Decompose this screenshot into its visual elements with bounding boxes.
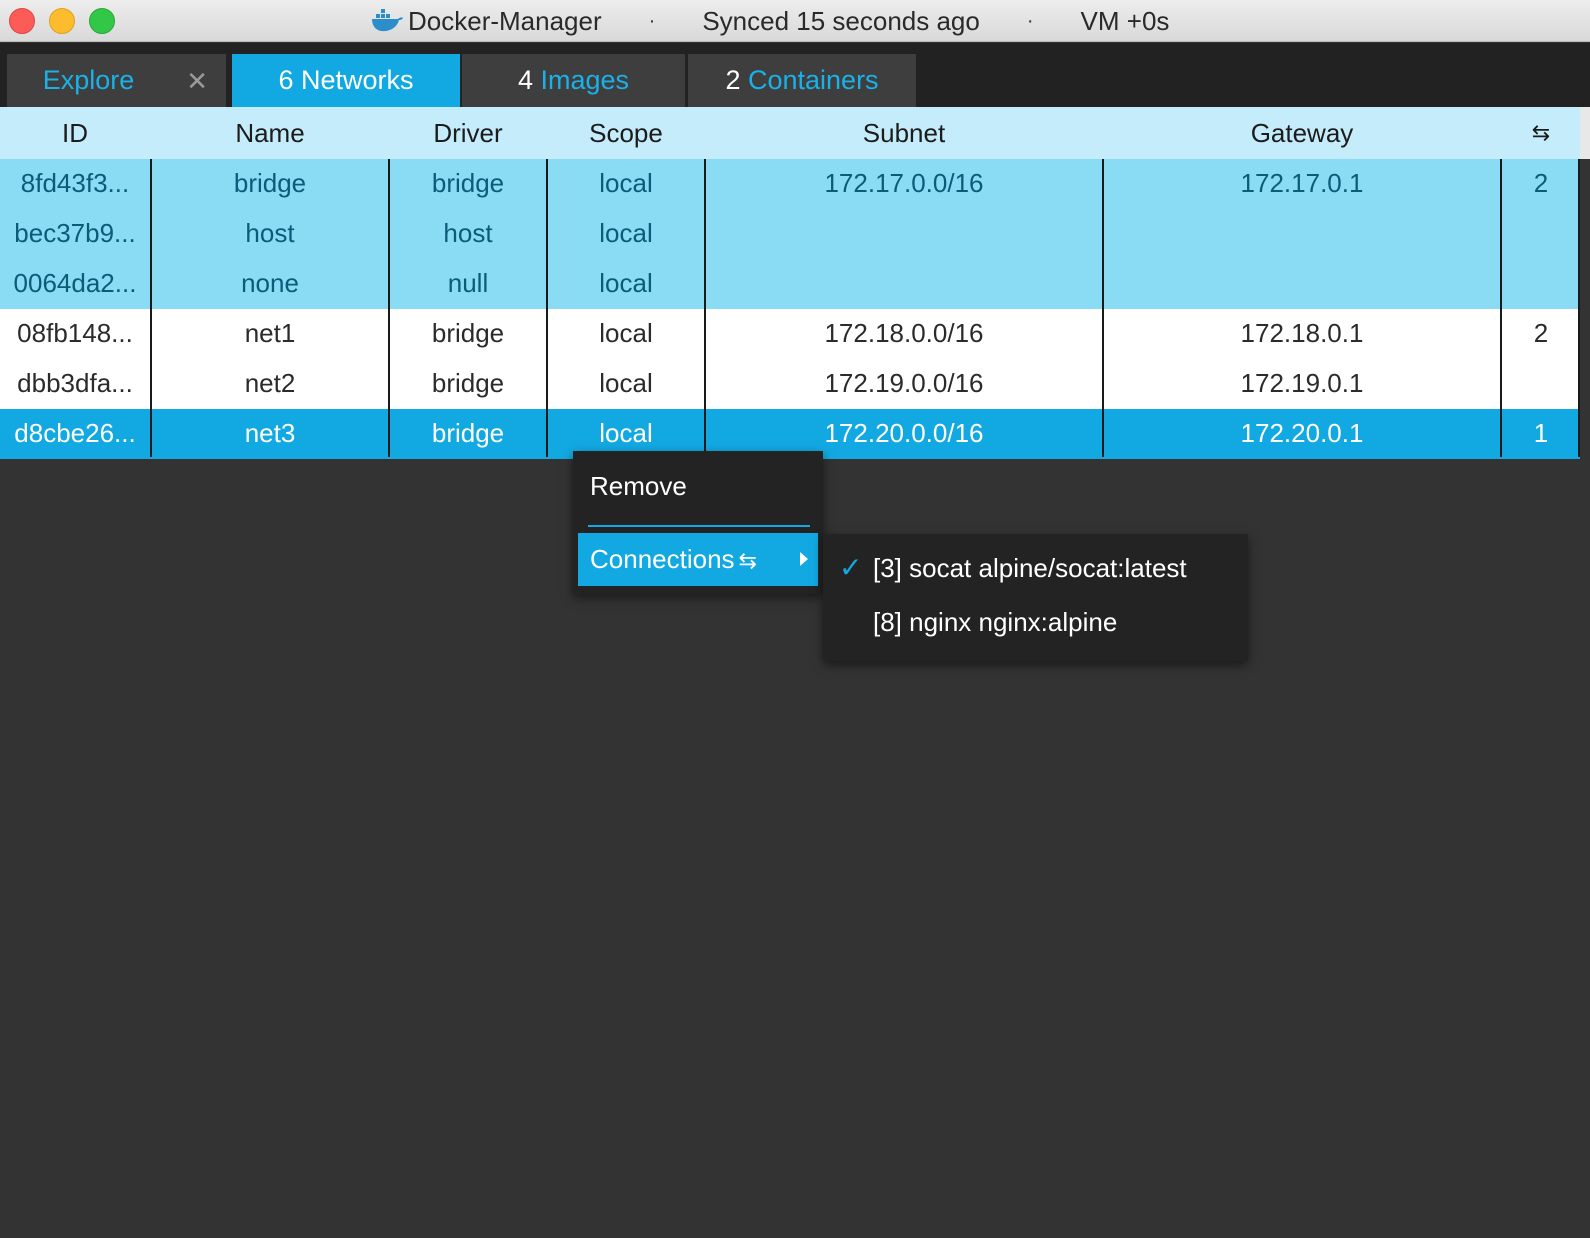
tab-count: 6 (278, 65, 294, 95)
cell-name: net3 (244, 418, 296, 448)
column-header-connections-icon[interactable]: ⇆ (1502, 107, 1580, 159)
minimize-window-button[interactable] (49, 8, 75, 34)
column-header-name[interactable]: Name (152, 107, 388, 159)
cell-connections (1502, 359, 1580, 409)
cell-id: d8cbe26... (14, 418, 136, 448)
title-separator: · (1026, 9, 1034, 32)
cell-subnet (706, 259, 1102, 309)
close-window-button[interactable] (9, 8, 35, 34)
column-header-gateway[interactable]: Gateway (1104, 107, 1500, 159)
checkmark-icon: ✓ (839, 552, 863, 583)
cell-subnet: 172.17.0.0/16 (824, 168, 984, 198)
cell-driver: bridge (431, 318, 505, 348)
title-separator: · (648, 9, 656, 32)
context-menu: Remove Connections ⇆ (573, 451, 823, 594)
cell-scope: local (599, 268, 653, 298)
table-row[interactable]: 0064da2... none null local (0, 259, 1580, 309)
cell-subnet: 172.18.0.0/16 (824, 318, 984, 348)
tab-count: 4 (517, 65, 533, 95)
docker-whale-icon (372, 9, 403, 32)
cell-connections: 2 (1533, 318, 1549, 348)
tab-count: 2 (725, 65, 741, 95)
cell-driver: bridge (431, 418, 505, 448)
cell-gateway (1104, 209, 1500, 259)
cell-connections: 1 (1533, 418, 1549, 448)
menu-item-remove[interactable]: Remove (573, 451, 823, 521)
menu-divider (588, 525, 810, 527)
chevron-right-icon (800, 552, 808, 566)
cell-name: bridge (233, 168, 307, 198)
menu-item-label: Connections (590, 544, 735, 574)
table-row[interactable]: 08fb148... net1 bridge local 172.18.0.0/16 17… (0, 309, 1580, 359)
column-divider (546, 159, 548, 457)
cell-gateway: 172.18.0.1 (1240, 318, 1364, 348)
connections-submenu: ✓ [3] socat alpine/socat:latest [8] ngin… (823, 534, 1248, 661)
table-row[interactable]: 8fd43f3... bridge bridge local 172.17.0.0/16… (0, 159, 1580, 209)
cell-scope: local (599, 318, 653, 348)
tab-explore[interactable]: Explore ✕ (7, 54, 226, 107)
table-row[interactable]: bec37b9... host host local (0, 209, 1580, 259)
cell-name: net2 (244, 368, 296, 398)
cell-gateway: 172.17.0.1 (1240, 168, 1364, 198)
close-icon[interactable]: ✕ (186, 66, 208, 97)
cell-connections (1502, 209, 1580, 259)
menu-item-connections[interactable]: Connections ⇆ (578, 533, 818, 586)
cell-driver: null (447, 268, 489, 298)
tab-label: Networks (301, 65, 414, 95)
scrollbar-track[interactable] (1580, 107, 1590, 159)
tab-label: Explore (42, 65, 135, 95)
cell-id: 8fd43f3... (20, 168, 130, 198)
column-header-id[interactable]: ID (0, 107, 150, 159)
window-title: Docker-Manager · Synced 15 seconds ago ·… (370, 0, 1169, 42)
column-divider (1500, 159, 1502, 457)
title-bar: Docker-Manager · Synced 15 seconds ago ·… (0, 0, 1590, 42)
cell-scope: local (599, 218, 653, 248)
cell-id: 0064da2... (13, 268, 137, 298)
tab-containers[interactable]: 2 Containers (688, 54, 916, 107)
cell-driver: bridge (431, 368, 505, 398)
column-header-driver[interactable]: Driver (390, 107, 546, 159)
cell-id: 08fb148... (17, 318, 133, 348)
cell-name: net1 (244, 318, 296, 348)
submenu-item-socat[interactable]: ✓ [3] socat alpine/socat:latest (823, 541, 1248, 595)
column-header-scope[interactable]: Scope (548, 107, 704, 159)
cell-subnet: 172.19.0.0/16 (824, 368, 984, 398)
column-divider (704, 159, 706, 457)
column-header-subnet[interactable]: Subnet (706, 107, 1102, 159)
cell-subnet (706, 209, 1102, 259)
column-divider (150, 159, 152, 457)
cell-scope: local (599, 368, 653, 398)
sync-status: Synced 15 seconds ago (702, 5, 980, 36)
tab-networks[interactable]: 6 Networks (232, 54, 460, 107)
submenu-item-nginx[interactable]: [8] nginx nginx:alpine (823, 595, 1248, 649)
submenu-item-label: [3] socat alpine/socat:latest (873, 553, 1187, 583)
cell-driver: bridge (431, 168, 505, 198)
tab-images[interactable]: 4 Images (462, 54, 685, 107)
cell-connections (1502, 259, 1580, 309)
connections-arrows-icon: ⇆ (738, 548, 757, 573)
cell-gateway: 172.19.0.1 (1240, 368, 1364, 398)
tab-label: Images (540, 65, 630, 95)
cell-id: dbb3dfa... (17, 368, 133, 398)
tab-bar: Explore ✕ 6 Networks 4 Images 2 Containe… (0, 43, 1590, 107)
column-divider (1578, 159, 1580, 457)
column-divider (1102, 159, 1104, 457)
cell-id: bec37b9... (14, 218, 136, 248)
cell-name: none (241, 268, 299, 298)
table-row[interactable]: dbb3dfa... net2 bridge local 172.19.0.0/16 17… (0, 359, 1580, 409)
cell-name: host (245, 218, 295, 248)
tab-label: Containers (747, 65, 879, 95)
cell-connections: 2 (1533, 168, 1549, 198)
cell-scope: local (599, 168, 653, 198)
submenu-item-label: [8] nginx nginx:alpine (873, 607, 1118, 637)
app-name: Docker-Manager (408, 5, 602, 36)
vm-status: VM +0s (1080, 5, 1170, 36)
cell-gateway (1104, 259, 1500, 309)
table-header: ID Name Driver Scope Subnet Gateway ⇆ (0, 107, 1580, 159)
cell-gateway: 172.20.0.1 (1240, 418, 1364, 448)
maximize-window-button[interactable] (89, 8, 115, 34)
cell-driver: host (443, 218, 493, 248)
column-divider (388, 159, 390, 457)
